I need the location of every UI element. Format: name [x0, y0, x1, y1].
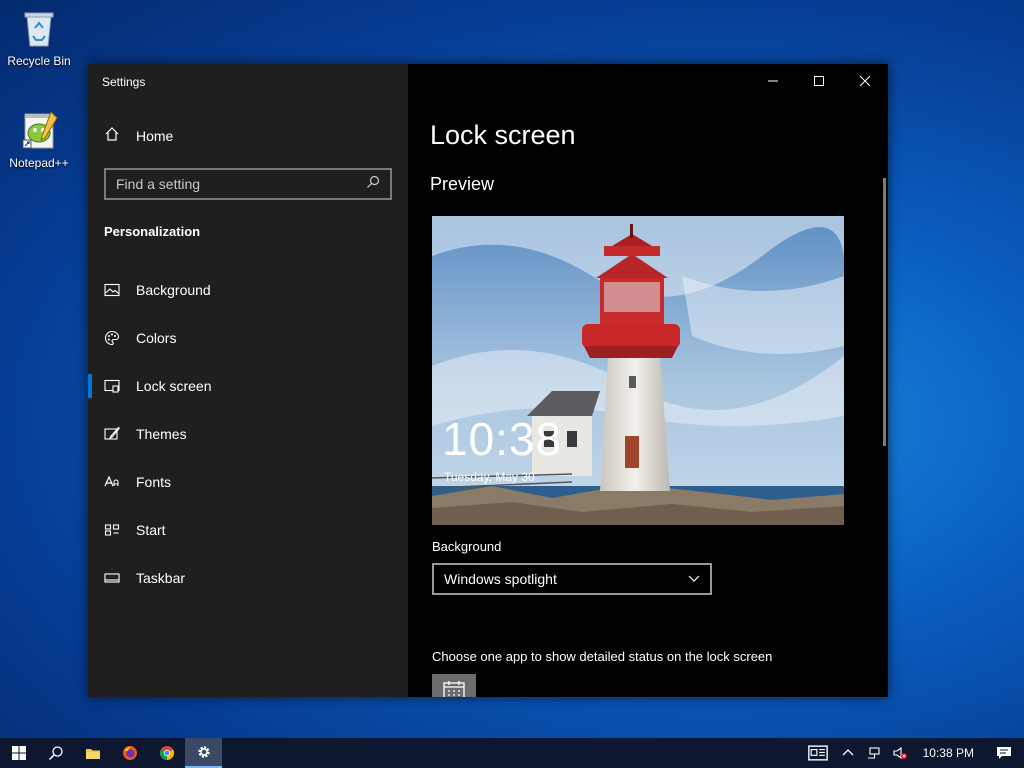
maximize-button[interactable] [796, 64, 842, 98]
chrome-button[interactable] [148, 738, 185, 768]
lock-screen-preview: 10:38 Tuesday, May 30 [432, 216, 844, 525]
chevron-down-icon [688, 571, 700, 587]
sidebar-item-lock-screen[interactable]: Lock screen [88, 362, 408, 410]
volume-muted-icon [893, 746, 907, 760]
sidebar-item-taskbar[interactable]: Taskbar [88, 554, 408, 602]
clock[interactable]: 10:38 PM [913, 738, 984, 768]
start-button[interactable] [0, 738, 37, 768]
search-icon[interactable] [366, 175, 380, 194]
font-icon [104, 474, 120, 490]
app-status-button[interactable] [432, 674, 476, 697]
file-explorer-button[interactable] [74, 738, 111, 768]
background-dropdown[interactable]: Windows spotlight [432, 563, 712, 595]
news-tray-button[interactable] [801, 738, 835, 768]
search-input[interactable] [116, 176, 366, 192]
sidebar-item-label: Colors [136, 330, 177, 346]
search-icon [48, 746, 63, 761]
preview-date: Tuesday, May 30 [444, 470, 535, 484]
content-pane: Lock screen Preview 10:38 Tuesday, May 3… [408, 64, 888, 697]
sidebar-item-fonts[interactable]: Fonts [88, 458, 408, 506]
sidebar-item-label: Taskbar [136, 570, 186, 586]
desktop-icon-label: Recycle Bin [7, 54, 71, 68]
sidebar-home[interactable]: Home [104, 126, 173, 145]
taskbar-icon [104, 570, 120, 586]
sidebar-item-label: Themes [136, 426, 187, 442]
sidebar-nav: Background Colors Lock screen Themes Fon… [88, 266, 408, 602]
close-button[interactable] [842, 64, 888, 98]
sidebar-item-label: Background [136, 282, 211, 298]
lock-screen-icon [104, 378, 120, 394]
gear-icon [197, 746, 210, 758]
minimize-button[interactable] [750, 64, 796, 98]
scrollbar[interactable] [883, 178, 886, 446]
taskbar: 10:38 PM [0, 738, 1024, 768]
sidebar-item-label: Start [136, 522, 166, 538]
background-label: Background [432, 539, 502, 554]
window-controls [750, 64, 888, 98]
chevron-up-icon [842, 749, 854, 756]
close-icon [859, 75, 871, 87]
sidebar-item-label: Fonts [136, 474, 172, 490]
desktop-icon-recycle-bin[interactable]: Recycle Bin [1, 6, 77, 68]
background-dropdown-value: Windows spotlight [444, 571, 557, 587]
system-tray: 10:38 PM [801, 738, 1024, 768]
windows-logo-icon [11, 746, 26, 760]
settings-window: Settings Home Personalization Background [88, 64, 888, 697]
show-hidden-icons-button[interactable] [835, 738, 861, 768]
home-icon [104, 126, 120, 145]
notification-icon [997, 747, 1011, 759]
window-title: Settings [102, 75, 146, 89]
recycle-bin-icon [17, 6, 61, 50]
desktop-icon-label: Notepad++ [9, 156, 69, 170]
maximize-icon [814, 76, 824, 86]
settings-taskbar-button[interactable] [185, 738, 222, 768]
desktop-icon-notepad-plus-plus[interactable]: Notepad++ [1, 108, 77, 170]
firefox-icon [122, 746, 137, 760]
calendar-icon [443, 681, 465, 697]
sidebar: Settings Home Personalization Background [88, 64, 408, 697]
chrome-icon [159, 746, 174, 761]
folder-icon [85, 749, 100, 759]
volume-tray-button[interactable] [887, 738, 913, 768]
sidebar-item-colors[interactable]: Colors [88, 314, 408, 362]
search-taskbar-button[interactable] [37, 738, 74, 768]
search-box[interactable] [104, 168, 392, 200]
section-title: Personalization [104, 224, 201, 239]
news-icon [807, 745, 828, 761]
home-label: Home [136, 127, 174, 144]
palette-icon [104, 330, 120, 346]
network-icon [867, 747, 880, 759]
firefox-button[interactable] [111, 738, 148, 768]
sidebar-item-themes[interactable]: Themes [88, 410, 408, 458]
action-center-button[interactable] [984, 738, 1024, 768]
page-title: Lock screen [430, 120, 576, 150]
image-icon [104, 282, 120, 298]
choose-app-text: Choose one app to show detailed status o… [432, 649, 773, 664]
minimize-icon [768, 80, 778, 82]
brush-icon [104, 426, 120, 442]
sidebar-item-start[interactable]: Start [88, 506, 408, 554]
preview-heading: Preview [430, 174, 495, 194]
notepad-plus-plus-icon [17, 108, 61, 152]
sidebar-item-background[interactable]: Background [88, 266, 408, 314]
sidebar-item-label: Lock screen [136, 378, 212, 394]
network-tray-button[interactable] [861, 738, 887, 768]
preview-clock: 10:38 [442, 413, 563, 465]
start-icon [104, 522, 120, 538]
